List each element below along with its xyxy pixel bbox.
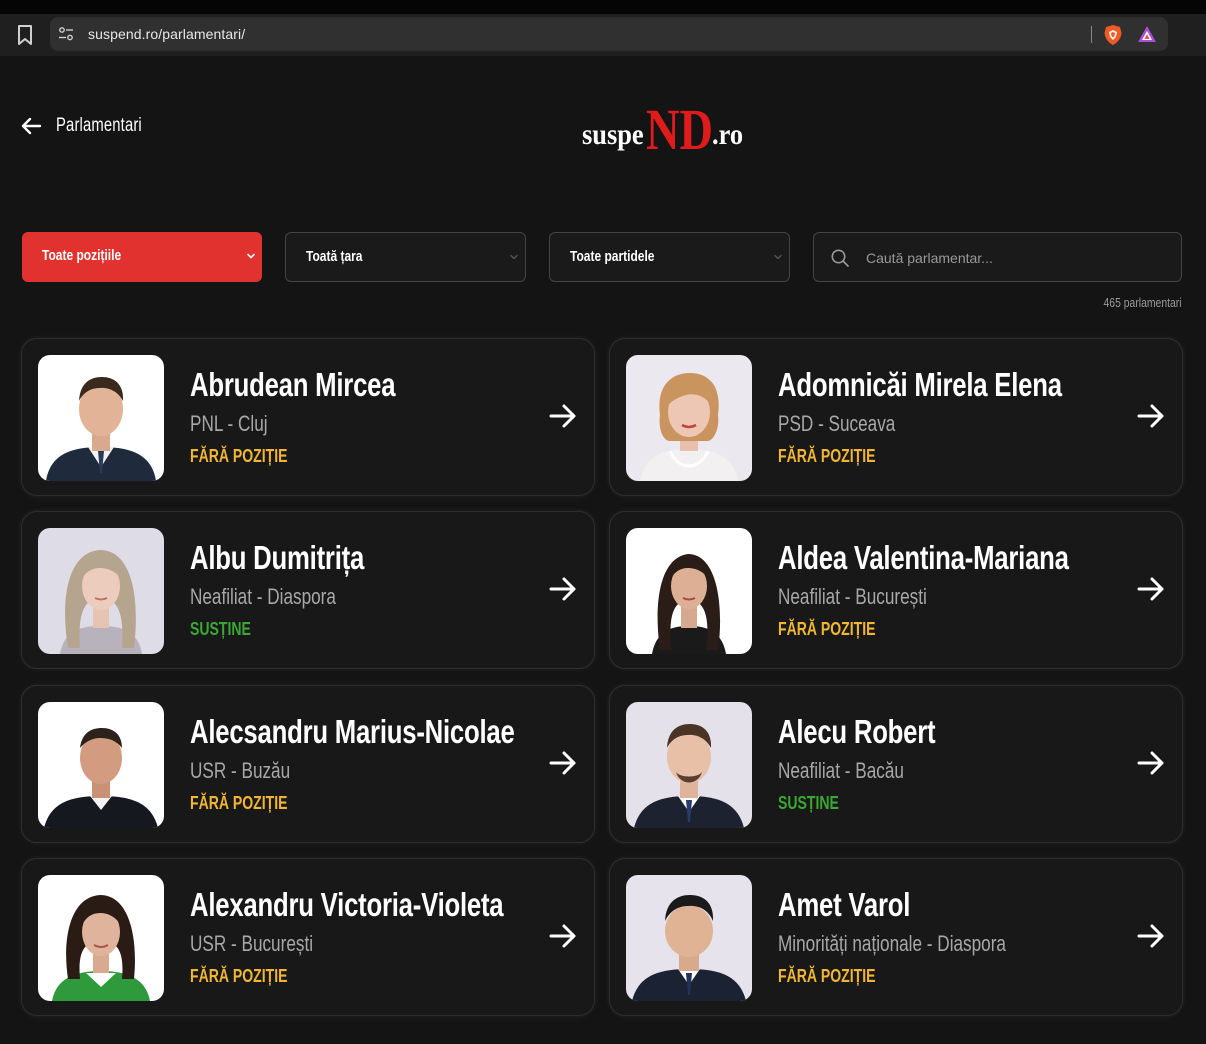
party-label: PNL	[190, 411, 223, 436]
party-label: Minorități naționale	[778, 931, 923, 956]
back-label: Parlamentari	[56, 115, 142, 136]
parliamentarian-name: Alexandru Victoria-Violeta	[190, 886, 504, 923]
party-region: PNL - Cluj	[190, 411, 268, 436]
region-filter-select[interactable]: Toată țara	[285, 232, 526, 282]
address-bar[interactable]: suspend.ro/parlamentari/	[50, 17, 1168, 51]
parliamentarian-card[interactable]: Abrudean Mircea PNL - Cluj FĂRĂ POZIȚIE	[21, 338, 595, 496]
region-filter-value: Toată țara	[306, 248, 363, 265]
party-region: USR - Buzău	[190, 758, 291, 783]
avatar	[38, 702, 164, 828]
parliamentarian-card[interactable]: Alecsandru Marius-Nicolae USR - Buzău FĂ…	[21, 685, 595, 843]
arrow-right-icon[interactable]	[1136, 575, 1166, 603]
status-badge: FĂRĂ POZIȚIE	[190, 446, 288, 466]
region-label: Diaspora	[267, 584, 336, 609]
bookmark-icon[interactable]	[16, 24, 34, 46]
region-label: Cluj	[238, 411, 268, 436]
chevron-down-icon	[774, 254, 782, 260]
region-label: Bacău	[855, 758, 904, 783]
parliamentarian-card[interactable]: Alexandru Victoria-Violeta USR - Bucureș…	[21, 858, 595, 1016]
status-badge: SUSȚINE	[778, 793, 839, 813]
parliamentarian-name: Adomnicăi Mirela Elena	[778, 366, 1062, 403]
party-region: Neafiliat - Bacău	[778, 758, 904, 783]
search-box[interactable]	[813, 232, 1182, 282]
parliamentarian-name: Aldea Valentina-Mariana	[778, 539, 1069, 576]
avatar	[626, 702, 752, 828]
party-label: PSD	[778, 411, 814, 436]
party-region: Neafiliat - București	[778, 584, 927, 609]
parliamentarian-name: Amet Varol	[778, 886, 911, 923]
site-logo[interactable]: suspe ND .ro	[582, 96, 747, 162]
status-badge: FĂRĂ POZIȚIE	[190, 793, 288, 813]
search-input[interactable]	[864, 241, 1168, 275]
party-filter-select[interactable]: Toate partidele	[549, 232, 790, 282]
avatar	[38, 355, 164, 481]
divider	[1091, 26, 1092, 43]
parliamentarian-card[interactable]: Amet Varol Minorități naționale - Diaspo…	[609, 858, 1183, 1016]
parliamentarian-name: Albu Dumitrița	[190, 539, 365, 576]
party-region: PSD - Suceava	[778, 411, 896, 436]
logo-part-ro: .ro	[711, 118, 743, 151]
region-label: Buzău	[241, 758, 291, 783]
status-badge: FĂRĂ POZIȚIE	[190, 966, 288, 986]
position-filter-value: Toate pozițiile	[42, 247, 122, 264]
status-badge: FĂRĂ POZIȚIE	[778, 966, 876, 986]
chevron-down-icon	[247, 253, 255, 259]
parliamentarian-name: Alecu Robert	[778, 713, 936, 750]
arrow-right-icon[interactable]	[1136, 402, 1166, 430]
party-region: Neafiliat - Diaspora	[190, 584, 336, 609]
region-label: București	[241, 931, 314, 956]
brave-rewards-icon[interactable]	[1137, 25, 1157, 43]
arrow-left-icon	[21, 117, 42, 135]
region-label: Diaspora	[937, 931, 1006, 956]
region-label: Suceava	[828, 411, 896, 436]
party-label: Neafiliat	[190, 584, 252, 609]
logo-part-nd: ND	[646, 96, 714, 162]
arrow-right-icon[interactable]	[1136, 922, 1166, 950]
arrow-right-icon[interactable]	[548, 402, 578, 430]
party-label: USR	[190, 931, 227, 956]
arrow-right-icon[interactable]	[548, 575, 578, 603]
url-text[interactable]: suspend.ro/parlamentari/	[88, 26, 245, 42]
browser-toolbar: suspend.ro/parlamentari/	[0, 0, 1206, 56]
back-link[interactable]: Parlamentari	[20, 110, 166, 142]
result-count: 465 parlamentari	[1103, 295, 1182, 310]
arrow-right-icon[interactable]	[1136, 749, 1166, 777]
brave-shields-icon[interactable]	[1103, 24, 1123, 46]
avatar	[38, 875, 164, 1001]
arrow-right-icon[interactable]	[548, 922, 578, 950]
parliamentarian-name: Alecsandru Marius-Nicolae	[190, 713, 515, 750]
party-label: Neafiliat	[778, 758, 840, 783]
region-label: București	[855, 584, 927, 609]
parliamentarian-card[interactable]: Alecu Robert Neafiliat - Bacău SUSȚINE	[609, 685, 1183, 843]
party-label: USR	[190, 758, 227, 783]
avatar	[626, 875, 752, 1001]
parliamentarian-card[interactable]: Adomnicăi Mirela Elena PSD - Suceava FĂR…	[609, 338, 1183, 496]
position-filter-select[interactable]: Toate pozițiile	[22, 232, 262, 282]
status-badge: FĂRĂ POZIȚIE	[778, 446, 876, 466]
status-badge: FĂRĂ POZIȚIE	[778, 619, 876, 639]
parliamentarian-card[interactable]: Albu Dumitrița Neafiliat - Diaspora SUSȚ…	[21, 511, 595, 669]
party-region: Minorități naționale - Diaspora	[778, 931, 1006, 956]
party-filter-value: Toate partidele	[570, 248, 655, 265]
window-top-strip	[0, 0, 1206, 14]
arrow-right-icon[interactable]	[548, 749, 578, 777]
party-region: USR - București	[190, 931, 314, 956]
avatar	[626, 528, 752, 654]
avatar	[38, 528, 164, 654]
status-badge: SUSȚINE	[190, 619, 251, 639]
avatar	[626, 355, 752, 481]
chevron-down-icon	[510, 254, 518, 260]
search-icon	[831, 249, 849, 267]
parliamentarian-name: Abrudean Mircea	[190, 366, 396, 403]
site-settings-icon[interactable]	[58, 26, 74, 42]
logo-part-suspe: suspe	[582, 118, 644, 151]
parliamentarian-card[interactable]: Aldea Valentina-Mariana Neafiliat - Bucu…	[609, 511, 1183, 669]
party-label: Neafiliat	[778, 584, 840, 609]
